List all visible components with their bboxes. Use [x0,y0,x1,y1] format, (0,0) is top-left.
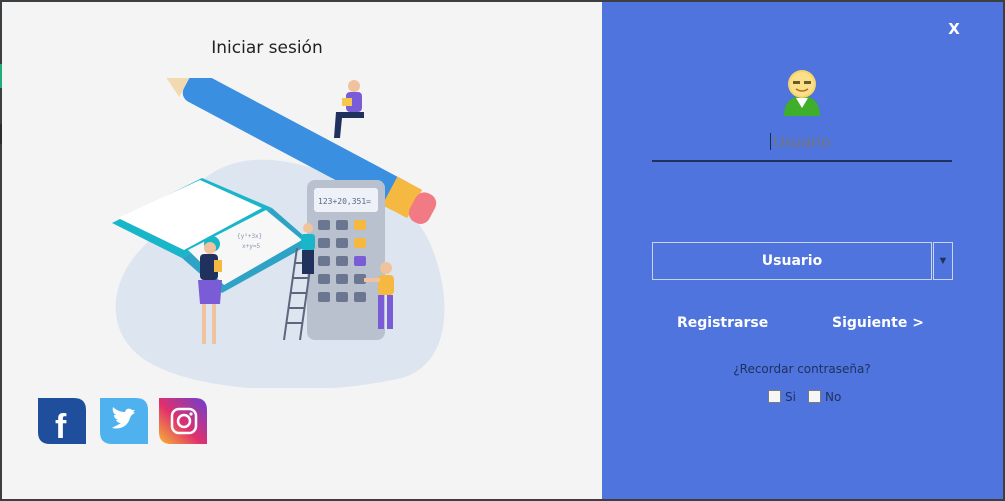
svg-text:f: f [55,408,67,444]
login-window: Iniciar sesión {y²+3x} x+y=5 123+20,351=… [2,2,1003,499]
username-input[interactable] [652,124,952,162]
user-avatar-icon [784,70,820,116]
remember-yes-option[interactable]: Si [768,390,796,404]
chevron-down-icon[interactable]: ▼ [933,242,953,280]
illustration-panel: Iniciar sesión {y²+3x} x+y=5 123+20,351=… [2,2,602,499]
remember-no-label: No [825,390,842,404]
text-caret [770,133,771,150]
svg-text:{y²+3x}: {y²+3x} [237,233,262,240]
remember-yes-label: Si [785,390,796,404]
remember-yes-checkbox[interactable] [768,390,781,403]
study-illustration: {y²+3x} x+y=5 123+20,351= [112,78,445,388]
twitter-icon [100,398,148,444]
twitter-button[interactable] [100,398,148,444]
remember-no-checkbox[interactable] [808,390,821,403]
svg-text:x+y=5: x+y=5 [242,243,260,250]
remember-password-label: ¿Recordar contraseña? [733,362,871,376]
role-select[interactable]: Usuario ▼ [652,242,953,280]
role-select-value[interactable]: Usuario [652,242,932,280]
facebook-button[interactable]: f [38,398,86,444]
login-title: Iniciar sesión [211,38,323,58]
instagram-icon [159,398,207,444]
calculator-icon: 123+20,351= [307,180,385,340]
remember-no-option[interactable]: No [808,390,841,404]
reading-person-icon [334,80,364,138]
instagram-button[interactable] [159,398,207,444]
next-button[interactable]: Siguiente > [832,315,924,331]
register-link[interactable]: Registrarse [677,315,768,331]
login-form-panel: X Usuario ▼ Registrarse Siguiente > ¿Rec… [602,2,1003,499]
close-button[interactable]: X [942,17,966,41]
calculator-display: 123+20,351= [318,197,371,206]
facebook-icon: f [38,398,86,444]
